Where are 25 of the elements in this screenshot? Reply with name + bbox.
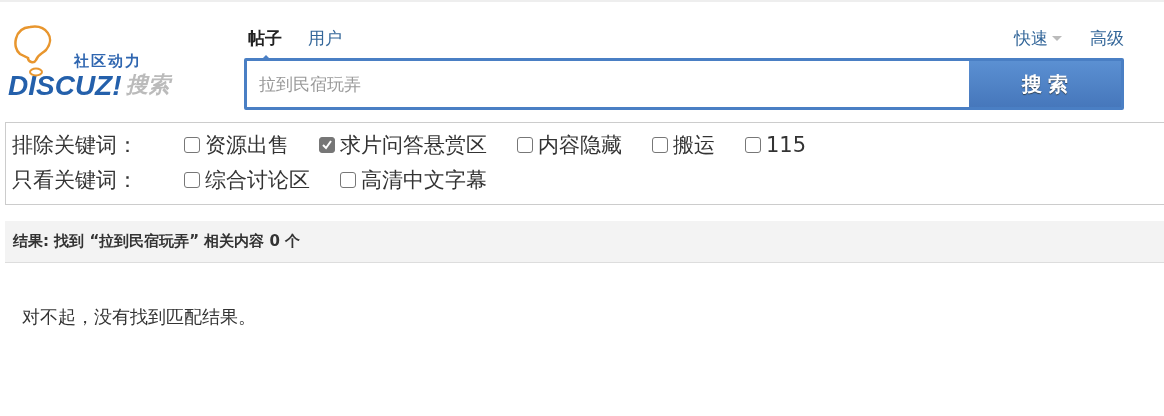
search-field[interactable]: 拉到民宿玩弄 搜 索 — [244, 58, 1124, 110]
filter-label: 排除关键词： — [12, 131, 139, 159]
filter-option[interactable]: 求片问答悬赏区 — [319, 130, 487, 159]
filter-option[interactable]: 高清中文字幕 — [340, 165, 487, 194]
checkbox[interactable] — [184, 136, 200, 153]
search-button[interactable]: 搜 索 — [969, 61, 1121, 107]
no-results-message: 对不起，没有找到匹配结果。 — [22, 305, 257, 329]
checkbox[interactable] — [517, 136, 533, 153]
search-tab[interactable]: 用户 — [308, 26, 342, 50]
mode-dropdown[interactable]: 快速 — [1014, 26, 1062, 50]
filter-option[interactable]: 综合讨论区 — [184, 165, 310, 194]
checkbox[interactable] — [652, 136, 668, 153]
filter-option[interactable]: 资源出售 — [184, 130, 289, 159]
result-summary: 结果: 找到 “拉到民宿玩弄” 相关内容 0 个 — [5, 221, 1164, 263]
filter-option[interactable]: 内容隐藏 — [517, 130, 622, 159]
filter-option[interactable]: 115 — [745, 132, 807, 157]
checkbox[interactable] — [184, 171, 200, 188]
checkbox[interactable] — [745, 136, 761, 153]
advanced-link[interactable]: 高级 — [1090, 26, 1124, 50]
filter-label: 只看关键词： — [12, 166, 139, 194]
logo-wordmark: DISCUZ! — [8, 70, 122, 102]
logo-tagline: 社区动力 — [74, 52, 142, 71]
checkbox[interactable] — [340, 171, 356, 188]
filter-option[interactable]: 搬运 — [652, 130, 715, 159]
checkbox[interactable] — [319, 136, 335, 153]
